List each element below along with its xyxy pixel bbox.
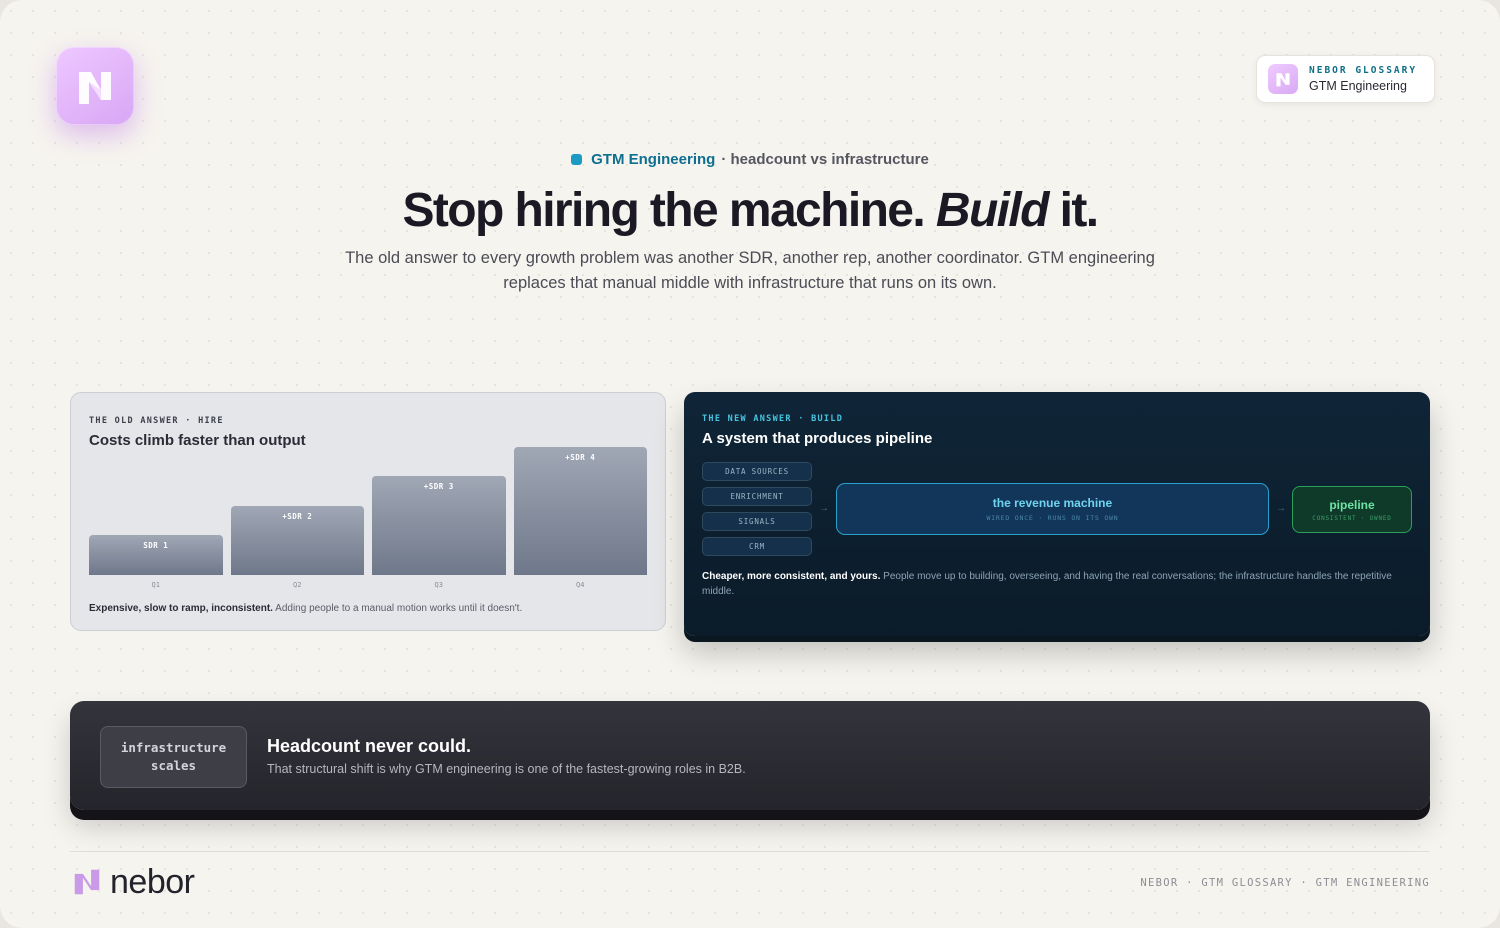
desc-bold: Cheaper, more consistent, and yours. — [702, 571, 881, 582]
badge-kicker: NEBOR GLOSSARY — [1309, 65, 1418, 76]
source-data-sources: DATA SOURCES — [702, 462, 812, 481]
nebor-app-icon[interactable] — [56, 47, 134, 125]
new-card-description: Cheaper, more consistent, and yours. Peo… — [702, 569, 1412, 599]
x-tick-label: Q2 — [293, 581, 302, 589]
pipeline-title: pipeline — [1329, 498, 1375, 512]
new-answer-card: THE NEW ANSWER · BUILD A system that pro… — [684, 392, 1430, 636]
x-tick-label: Q3 — [434, 581, 443, 589]
page-title: Stop hiring the machine. Build it. — [0, 183, 1500, 238]
bar-label: +SDR 2 — [282, 511, 313, 521]
badge-title: GTM Engineering — [1309, 79, 1407, 93]
glossary-badge[interactable]: NEBOR GLOSSARY GTM Engineering — [1256, 55, 1435, 103]
source-signals: SIGNALS — [702, 512, 812, 531]
arrow-right-icon: → — [819, 503, 829, 514]
headline-end: it. — [1059, 184, 1099, 237]
source-crm: CRM — [702, 537, 812, 556]
pipeline-box: pipeline CONSISTENT · OWNED — [1292, 486, 1412, 533]
pill-line-2: scales — [150, 758, 197, 773]
infrastructure-scales-pill: infrastructure scales — [100, 726, 247, 788]
new-card-title: A system that produces pipeline — [702, 430, 933, 447]
page: NEBOR GLOSSARY GTM Engineering GTM Engin… — [0, 0, 1500, 928]
old-card-footnote: Expensive, slow to ramp, inconsistent. A… — [89, 603, 522, 614]
pipeline-subtitle: CONSISTENT · OWNED — [1312, 515, 1392, 522]
pill-line-1: infrastructure — [120, 740, 227, 755]
headline-start: Stop hiring the machine. — [402, 184, 926, 237]
chart-bar: +SDR 3 — [372, 476, 506, 575]
banner-title: Headcount never could. — [267, 736, 472, 756]
bar-label: +SDR 4 — [565, 453, 596, 462]
chart-bar: +SDR 2 — [230, 505, 364, 575]
footnote-bold: Expensive, slow to ramp, inconsistent. — [89, 603, 273, 614]
source-enrichment: ENRICHMENT — [702, 487, 812, 506]
chart-bar: SDR 1 — [89, 535, 223, 575]
hero-eyebrow: GTM Engineering · headcount vs infrastruc… — [0, 151, 1500, 168]
x-tick-label: Q1 — [151, 581, 160, 589]
hero-tag: GTM Engineering — [591, 151, 716, 168]
hero-tag-suffix: · headcount vs infrastructure — [721, 151, 929, 168]
bar-label: SDR 1 — [143, 541, 169, 550]
cost-bar-chart: SDR 1 Q1 +SDR 2 Q2 +SDR 3 Q3 +SDR 4 Q4 — [89, 445, 649, 589]
headcount-banner: infrastructure scales Headcount never co… — [70, 701, 1430, 810]
footnote-text: Adding people to a manual motion works u… — [275, 603, 523, 614]
x-tick-label: Q4 — [576, 581, 585, 589]
footer-brand[interactable]: nebor — [70, 863, 195, 901]
new-card-kicker: THE NEW ANSWER · BUILD — [702, 414, 844, 424]
footer-meta: NEBOR · GTM GLOSSARY · GTM ENGINEERING — [1140, 877, 1430, 889]
brand-wordmark: nebor — [110, 863, 195, 901]
nebor-logo-icon — [79, 72, 111, 104]
old-answer-card: THE OLD ANSWER · HIRE Costs climb faster… — [70, 392, 666, 631]
bar-label: +SDR 3 — [423, 482, 454, 492]
chart-bar: +SDR 4 — [513, 447, 647, 575]
revenue-machine-box: the revenue machine WIRED ONCE · RUNS ON… — [836, 483, 1269, 535]
tag-dot-icon — [571, 154, 583, 165]
machine-subtitle: WIRED ONCE · RUNS ON ITS OWN — [986, 514, 1119, 522]
hero-subhead: The old answer to every growth problem w… — [345, 249, 1155, 292]
headline-emphasis: Build — [935, 184, 1050, 237]
arrow-right-icon: → — [1276, 503, 1286, 514]
nebor-logo-icon — [74, 869, 100, 895]
banner-text: That structural shift is why GTM enginee… — [267, 762, 746, 776]
footer-divider — [70, 851, 1430, 852]
badge-logo-icon — [1268, 64, 1298, 94]
machine-title: the revenue machine — [992, 496, 1113, 510]
old-card-kicker: THE OLD ANSWER · HIRE — [89, 416, 224, 426]
